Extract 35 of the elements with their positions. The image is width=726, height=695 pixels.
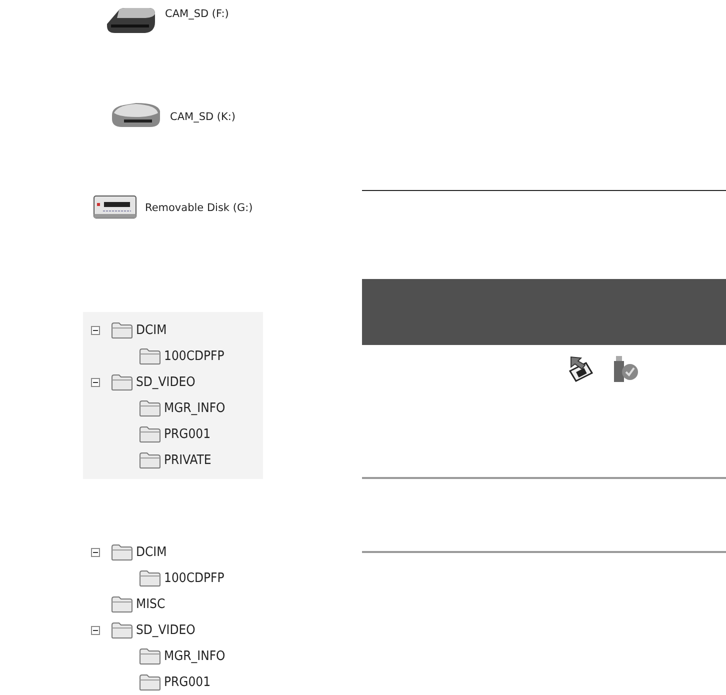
collapse-icon[interactable]	[91, 378, 100, 386]
folder-icon	[139, 400, 161, 416]
drive-label[interactable]: Removable Disk (G:)	[145, 202, 253, 214]
arrow-device-icon	[568, 355, 594, 383]
drive-label[interactable]: CAM_SD (F:)	[165, 8, 229, 20]
folder-icon	[111, 622, 133, 638]
card-reader-icon	[110, 101, 162, 129]
folder-name[interactable]: PRG001	[164, 426, 211, 442]
folder-name[interactable]: SD_VIDEO	[136, 374, 196, 390]
folder-icon	[139, 648, 161, 664]
folder-icon	[139, 674, 161, 690]
folder-name[interactable]: PRIVATE	[164, 452, 212, 468]
folder-name[interactable]: 100CDPFP	[164, 570, 224, 586]
folder-icon	[139, 570, 161, 586]
folder-name[interactable]: SD_VIDEO	[136, 622, 196, 638]
collapse-icon[interactable]	[91, 548, 100, 556]
folder-name[interactable]: DCIM	[136, 322, 167, 338]
usb-check-icon	[612, 355, 640, 383]
folder-name[interactable]: MISC	[136, 596, 166, 612]
folder-icon	[111, 544, 133, 560]
collapse-icon[interactable]	[91, 626, 100, 634]
folder-name[interactable]: 100CDPFP	[164, 348, 224, 364]
folder-icon	[139, 348, 161, 364]
card-reader-icon	[105, 6, 157, 36]
folder-icon	[111, 374, 133, 390]
folder-name[interactable]: MGR_INFO	[164, 648, 226, 664]
folder-icon	[139, 452, 161, 468]
folder-name[interactable]: MGR_INFO	[164, 400, 226, 416]
folder-name[interactable]: DCIM	[136, 544, 167, 560]
collapse-icon[interactable]	[91, 326, 100, 334]
folder-icon	[111, 322, 133, 338]
folder-icon	[111, 596, 133, 612]
folder-icon	[139, 426, 161, 442]
folder-name[interactable]: PRG001	[164, 674, 211, 690]
drive-label[interactable]: CAM_SD (K:)	[170, 111, 236, 123]
